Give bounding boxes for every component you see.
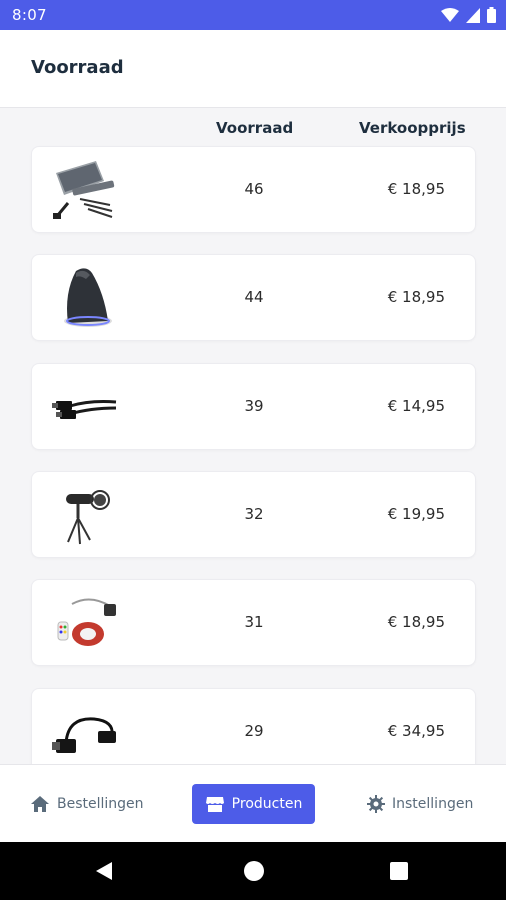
store-icon [205,797,224,812]
wifi-icon [441,7,459,22]
page-title: Voorraad [31,57,124,78]
home-icon [31,796,49,812]
stock-value: 32 [244,505,264,523]
product-card[interactable]: 39 € 14,95 [31,363,476,450]
status-icons [441,7,496,23]
nav-products[interactable]: Producten [192,784,315,824]
microphone-tripod-icon [66,490,110,545]
price-value: € 34,95 [387,722,445,740]
displayport-adapter-icon [52,717,116,753]
usb-c-hub-icon [53,161,115,219]
price-value: € 14,95 [387,397,445,415]
product-card[interactable]: 46 € 18,95 [31,146,476,233]
cell-signal-icon [466,7,480,23]
nav-orders[interactable]: Bestellingen [30,784,144,824]
recents-icon[interactable] [390,862,408,880]
product-card[interactable]: 32 € 19,95 [31,471,476,558]
price-value: € 18,95 [387,180,445,198]
nav-settings[interactable]: Instellingen [367,784,473,824]
price-value: € 18,95 [387,613,445,631]
status-time: 8:07 [12,6,47,24]
stock-value: 31 [244,613,264,631]
app-header: Voorraad [0,30,506,108]
gear-icon [367,795,385,813]
product-card[interactable]: 31 € 18,95 [31,579,476,666]
home-button-icon[interactable] [244,861,264,881]
hdmi-cable-icon [52,400,117,419]
back-icon[interactable] [94,861,114,881]
nav-settings-label: Instellingen [392,796,474,812]
product-card[interactable]: 44 € 18,95 [31,254,476,341]
led-strip-icon [57,598,116,646]
bottom-navigation: Bestellingen Producten Instellingen [0,764,506,842]
column-header-price: Verkoopprijs [359,119,466,137]
battery-icon [487,7,496,23]
nav-orders-label: Bestellingen [57,796,144,812]
stock-value: 39 [244,397,264,415]
stock-value: 29 [244,722,264,740]
nav-products-label: Producten [231,796,303,812]
vertical-mouse-icon [64,268,112,327]
stock-value: 44 [244,288,264,306]
product-card[interactable]: 29 € 34,95 [31,688,476,775]
status-bar: 8:07 [0,0,506,30]
price-value: € 19,95 [387,505,445,523]
column-header-stock: Voorraad [216,119,294,137]
system-navigation-bar [0,842,506,900]
price-value: € 18,95 [387,288,445,306]
stock-value: 46 [244,180,264,198]
